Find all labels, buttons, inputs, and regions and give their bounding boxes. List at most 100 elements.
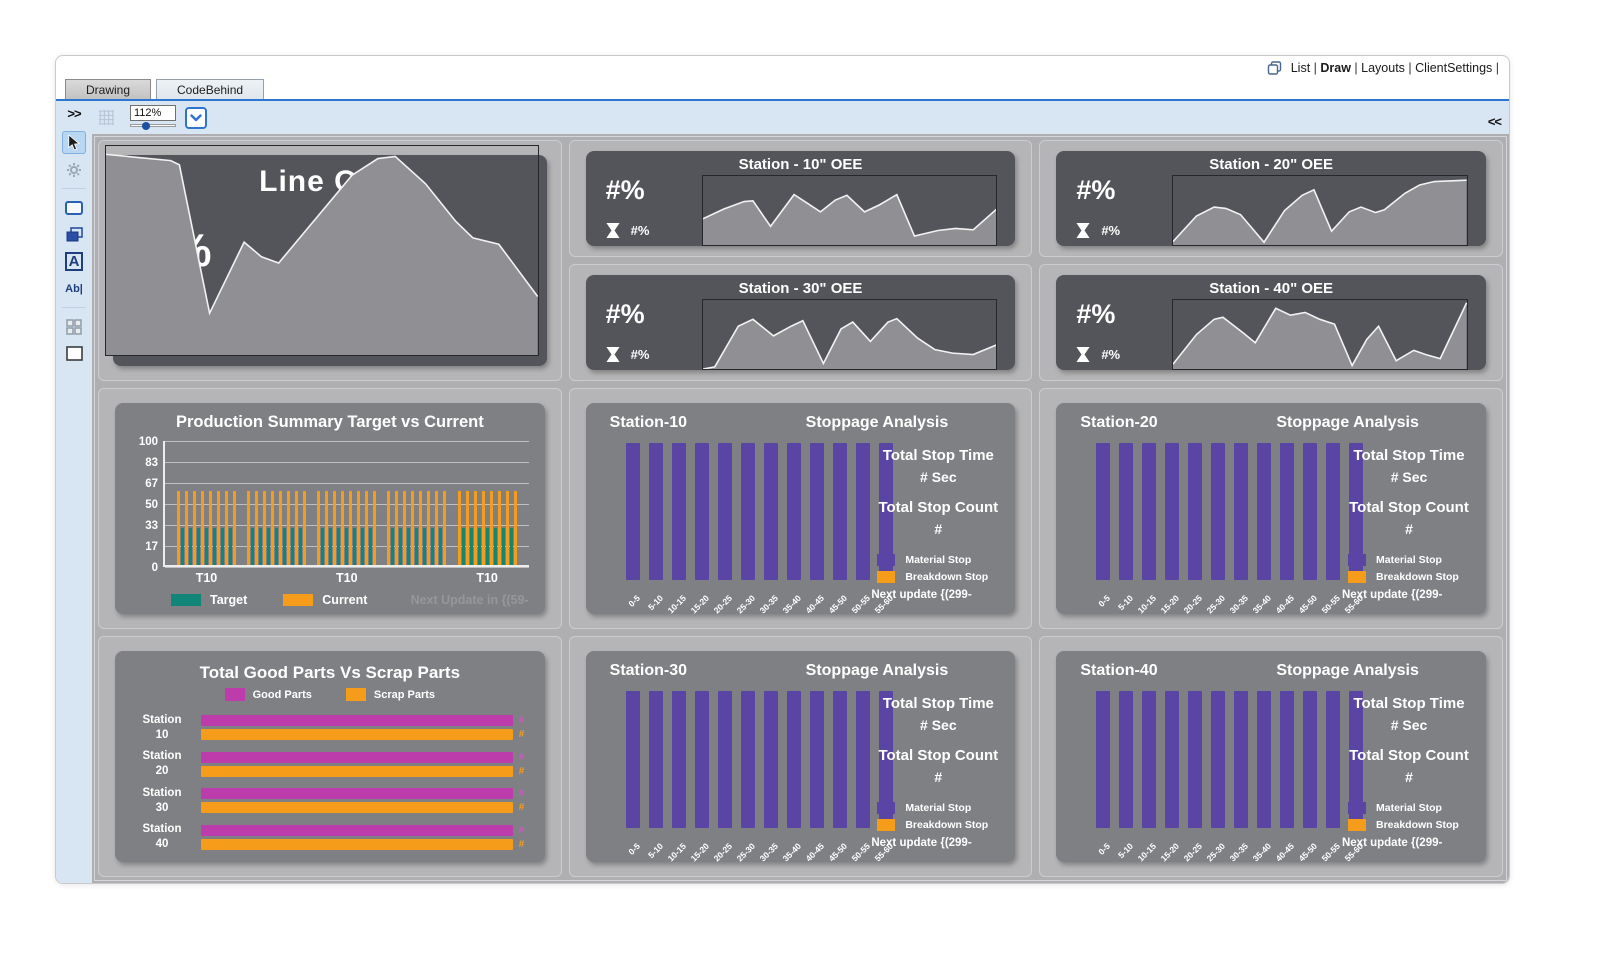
rectangle-tool-button[interactable] [62, 342, 86, 365]
settings-tool-button[interactable] [62, 158, 86, 181]
tab-codebehind[interactable]: CodeBehind [156, 79, 264, 99]
stoppage-panel-station-10[interactable]: Station-10Stoppage Analysis0-55-1010-151… [586, 403, 1016, 614]
grid-cell: Station-10Stoppage Analysis0-55-1010-151… [569, 388, 1033, 629]
station-20-oee-tile[interactable]: Station - 20" OEE #% #% [1056, 151, 1486, 246]
x-tick-label: 15-20 [1165, 828, 1179, 858]
x-tick-label: 50-55 [1326, 828, 1340, 858]
layers-tool-button[interactable] [62, 223, 86, 246]
legend-label: Material Stop [905, 554, 971, 566]
material-stop-bar [626, 691, 640, 828]
current-bar [255, 491, 258, 565]
scrap-parts-bar [201, 802, 513, 813]
zoom-dropdown-button[interactable] [185, 107, 207, 129]
current-bar [490, 491, 493, 565]
target-bar [391, 528, 394, 565]
stoppage-panel-station-40[interactable]: Station-40Stoppage Analysis0-55-1010-151… [1056, 651, 1486, 862]
total-stop-count-label: Total Stop Count [878, 499, 998, 516]
legend-label: Current [322, 593, 367, 607]
x-tick-label: 5-10 [649, 580, 663, 610]
x-tick-label: 55-60 [879, 828, 893, 858]
material-stop-bar [1326, 691, 1340, 828]
total-stop-count-value: # [1405, 769, 1413, 785]
stoppage-legend: Material StopBreakdown Stop [869, 802, 1007, 831]
good-parts-value: # [519, 752, 525, 763]
stoppage-panel-station-30[interactable]: Station-30Stoppage Analysis0-55-1010-151… [586, 651, 1016, 862]
x-tick-label: 30-35 [1234, 580, 1248, 610]
x-tick-label: 40-45 [1280, 580, 1294, 610]
legend-item: Scrap Parts [346, 688, 435, 701]
x-tick-label: 35-40 [787, 580, 801, 610]
material-stop-bar [1303, 691, 1317, 828]
x-tick-label [247, 571, 306, 585]
next-update-text: Next Update in {(59- [411, 593, 529, 607]
target-bar [205, 528, 208, 565]
legend-swatch [1348, 554, 1366, 566]
panel-grid-tool-button[interactable] [62, 315, 86, 338]
material-stop-bar [1142, 691, 1156, 828]
nav-link-list[interactable]: List [1291, 61, 1310, 75]
target-bar [510, 528, 513, 565]
textbox-tool-button[interactable]: Ab| [62, 277, 86, 300]
zoom-input[interactable] [130, 105, 176, 121]
chevron-down-icon [190, 114, 202, 122]
current-bar [357, 491, 360, 565]
line-oee-tile[interactable]: Line OEE #% #% [113, 155, 547, 366]
x-tick-label: 55-60 [1349, 580, 1363, 610]
select-tool-button[interactable] [62, 131, 86, 154]
station-40-oee-tile[interactable]: Station - 40" OEE #% #% [1056, 275, 1486, 370]
target-bar [423, 528, 426, 565]
screen-tool-button[interactable] [62, 196, 86, 219]
collapse-right-button[interactable]: << [1488, 114, 1501, 129]
x-tick-label: T10 [458, 571, 517, 585]
production-summary-panel[interactable]: Production Summary Target vs Current1008… [115, 403, 545, 614]
x-tick-label: 45-50 [1303, 828, 1317, 858]
legend-swatch [877, 802, 895, 814]
station-30-oee-tile[interactable]: Station - 30" OEE #% #% [586, 275, 1016, 370]
material-stop-bar [1257, 443, 1271, 580]
label-tool-button[interactable]: A [62, 250, 86, 273]
current-bar [325, 491, 328, 565]
station-oee-subvalue: #% [631, 347, 650, 362]
zoom-slider-thumb[interactable] [142, 122, 150, 130]
current-bar [373, 491, 376, 565]
scrap-parts-value: # [519, 839, 525, 850]
legend-label: Breakdown Stop [1376, 819, 1459, 831]
nav-link-layouts[interactable]: Layouts [1361, 61, 1405, 75]
nav-link-clientsettings[interactable]: ClientSettings [1415, 61, 1492, 75]
good-scrap-panel[interactable]: Total Good Parts Vs Scrap PartsGood Part… [115, 651, 545, 862]
material-stop-bar [764, 443, 778, 580]
stoppage-panel-station-20[interactable]: Station-20Stoppage Analysis0-55-1010-151… [1056, 403, 1486, 614]
design-canvas[interactable]: Line OEE #% #% [92, 134, 1509, 883]
total-stop-time-value: # Sec [920, 469, 957, 485]
tab-drawing[interactable]: Drawing [65, 79, 151, 99]
material-stop-bar [810, 443, 824, 580]
station-oee-subvalue: #% [631, 223, 650, 238]
snap-grid-icon[interactable] [98, 109, 115, 126]
layers-icon [66, 227, 83, 242]
material-stop-bar [1280, 443, 1294, 580]
nav-link-draw[interactable]: Draw [1320, 61, 1351, 75]
x-tick-label: 5-10 [1119, 828, 1133, 858]
collapse-left-button[interactable]: >> [67, 106, 80, 121]
zoom-slider[interactable] [130, 122, 176, 130]
total-stop-count-value: # [1405, 521, 1413, 537]
current-bar [295, 491, 298, 565]
x-tick-label [387, 571, 446, 585]
station-10-oee-tile[interactable]: Station - 10" OEE #% #% [586, 151, 1016, 246]
material-stop-bar [1096, 691, 1110, 828]
target-bar [462, 528, 465, 565]
x-tick-label: 20-25 [718, 580, 732, 610]
hourglass-icon [606, 347, 620, 362]
designer-window: List | Draw | Layouts | ClientSettings |… [55, 55, 1510, 884]
legend-item: Breakdown Stop [877, 819, 1007, 831]
nav-links: List | Draw | Layouts | ClientSettings | [1291, 61, 1499, 75]
x-tick-label: 15-20 [695, 580, 709, 610]
grid-cell-column: Station - 10" OEE #% #% [569, 140, 1033, 381]
legend-label: Good Parts [253, 689, 312, 701]
target-bar [299, 528, 302, 565]
x-tick-label: 10-15 [672, 828, 686, 858]
station-oee-subvalue-row: #% [1076, 223, 1172, 238]
total-stop-count-label: Total Stop Count [1349, 499, 1469, 516]
current-bar [506, 491, 509, 565]
target-bar [329, 528, 332, 565]
